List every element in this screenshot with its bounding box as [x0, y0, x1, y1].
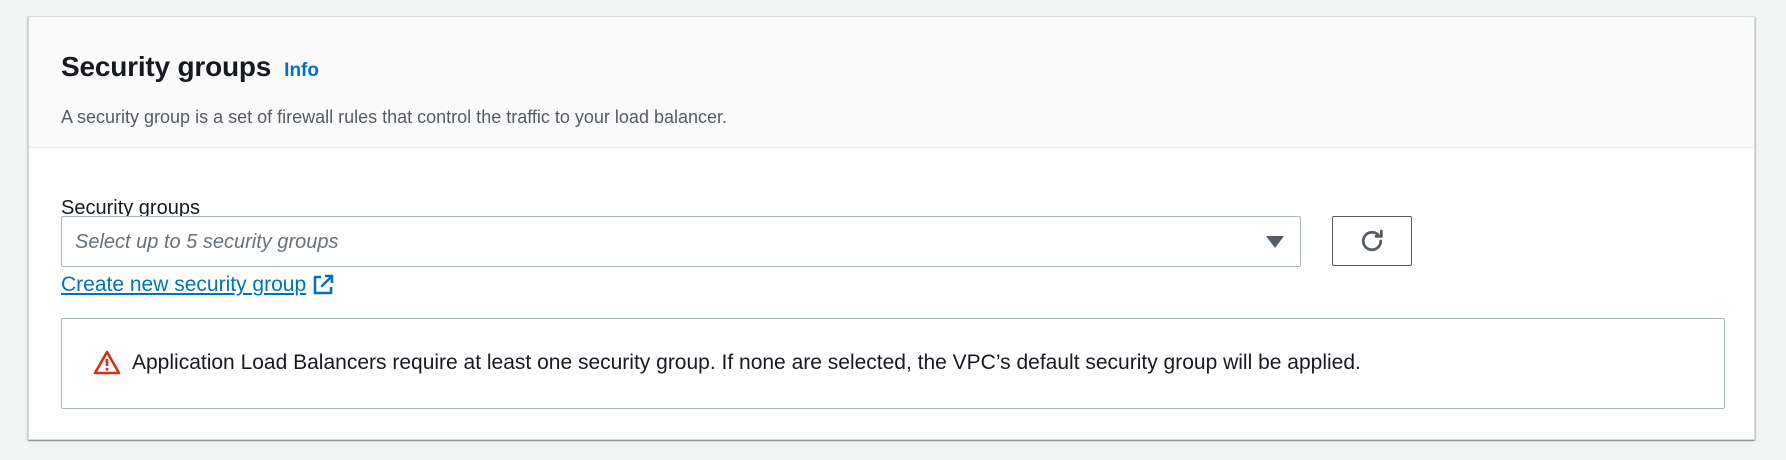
- warning-icon: [93, 350, 121, 375]
- panel-header: Security groups Info A security group is…: [29, 17, 1754, 148]
- create-link-label: Create new security group: [61, 273, 307, 296]
- select-placeholder: Select up to 5 security groups: [75, 231, 339, 253]
- warning-alert: Application Load Balancers require at le…: [61, 318, 1725, 409]
- caret-down-icon: [1266, 236, 1284, 248]
- security-groups-panel: Security groups Info A security group is…: [28, 16, 1755, 440]
- info-link[interactable]: Info: [284, 60, 319, 82]
- create-security-group-link[interactable]: Create new security group: [61, 273, 334, 297]
- security-groups-select[interactable]: Select up to 5 security groups: [61, 216, 1301, 267]
- alert-message: Application Load Balancers require at le…: [132, 351, 1361, 374]
- title-row: Security groups Info: [61, 51, 319, 83]
- refresh-button[interactable]: [1332, 216, 1412, 266]
- refresh-icon: [1361, 229, 1383, 252]
- panel-title: Security groups: [61, 51, 272, 82]
- panel-description: A security group is a set of firewall ru…: [61, 107, 728, 127]
- external-link-icon: [313, 274, 334, 295]
